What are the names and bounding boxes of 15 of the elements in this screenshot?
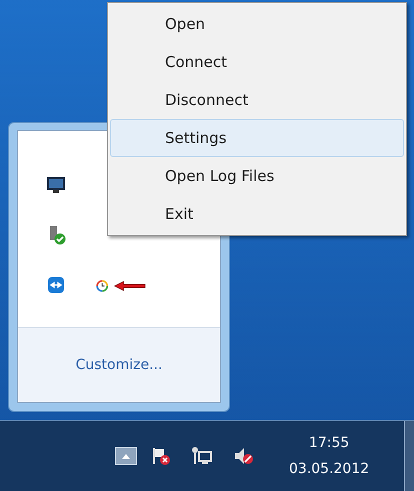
network-icon[interactable] <box>191 446 213 466</box>
flag-error-icon[interactable] <box>151 446 171 466</box>
menu-item[interactable]: Exit <box>110 195 404 233</box>
menu-item[interactable]: Disconnect <box>110 81 404 119</box>
menu-item[interactable]: Settings <box>110 119 404 157</box>
menu-item[interactable]: Connect <box>110 43 404 81</box>
clock-time[interactable]: 17:55 <box>308 430 350 456</box>
speaker-muted-icon[interactable] <box>233 446 255 466</box>
show-hidden-icons-button[interactable] <box>115 447 137 465</box>
menu-item[interactable]: Open Log Files <box>110 157 404 195</box>
menu-item[interactable]: Open <box>110 5 404 43</box>
clock-date[interactable]: 03.05.2012 <box>289 456 370 482</box>
customize-link[interactable]: Customize... <box>76 354 162 376</box>
caret-icon <box>122 454 130 458</box>
show-desktop-button[interactable] <box>404 421 414 491</box>
